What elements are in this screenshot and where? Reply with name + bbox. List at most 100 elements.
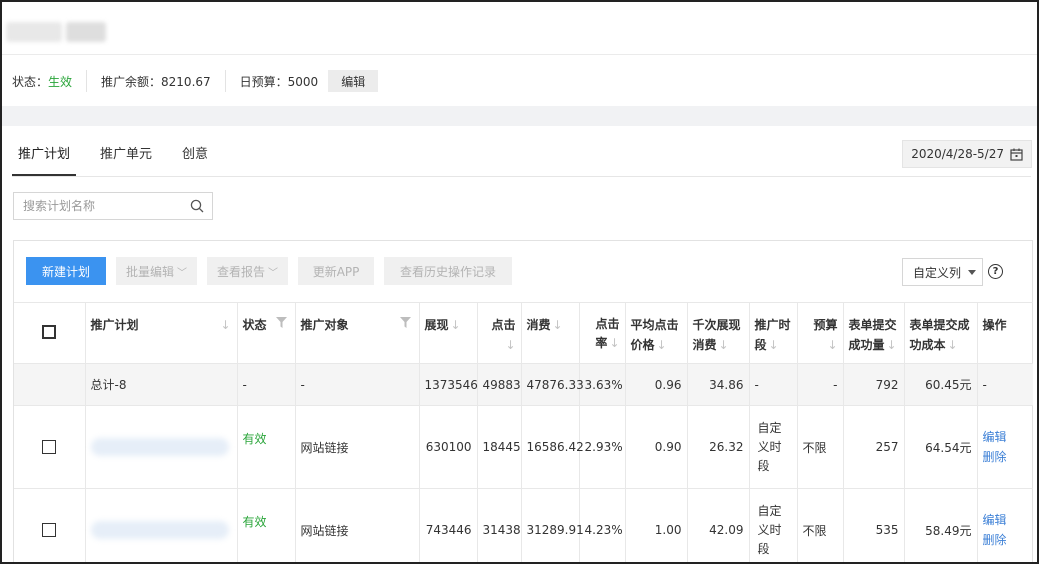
row-schedule: 自定义时段 [749,488,798,562]
main-tabs: 推广计划 推广单元 创意 [12,134,232,176]
row-edit-link[interactable]: 编辑 [983,427,1029,447]
filter-icon[interactable] [399,317,411,328]
date-range-text: 2020/4/28-5/27 [911,147,1004,161]
date-range-picker[interactable]: 2020/4/28-5/27 [902,140,1032,168]
row-avg-cpc: 0.90 [625,405,688,489]
custom-columns-select[interactable]: 自定义列 [902,258,983,286]
bulk-edit-button[interactable]: 批量编辑 ﹀ [116,257,198,285]
account-name-redacted [6,22,106,42]
row-clicks: 18445 [477,405,522,489]
row-delete-link[interactable]: 删除 [983,447,1029,467]
select-all-checkbox[interactable] [42,325,57,339]
help-icon[interactable]: ? [988,264,1003,279]
row-budget: 不限 [797,405,844,489]
view-report-button[interactable]: 查看报告 ﹀ [207,257,289,285]
row-checkbox[interactable] [42,523,57,537]
total-clicks: 49883 [477,363,522,406]
chevron-down-icon: ﹀ [268,267,279,279]
row-avg-cpc: 1.00 [625,488,688,562]
view-report-label: 查看报告 [217,264,266,279]
col-actions: 操作 [977,302,1033,364]
col-ctr[interactable]: 点击率 ↓ [579,302,626,364]
total-cpm: 34.86 [687,363,750,406]
col-plan[interactable]: 推广计划 ↓ [85,302,238,364]
col-target[interactable]: 推广对象 [295,302,420,364]
plan-search-input[interactable] [23,199,183,213]
daily-budget-text: 日预算：5000 [239,74,319,89]
row-impressions: 743446 [419,488,478,562]
plan-name-cell [85,405,238,489]
tab-creatives[interactable]: 创意 [176,134,214,176]
sort-icon[interactable]: ↓ [719,338,729,352]
update-app-button[interactable]: 更新APP [298,257,375,285]
row-status: 有效 [237,405,296,489]
bulk-edit-label: 批量编辑 [126,264,175,279]
table-row: 有效 网站链接 743446 31438 31289.91 4.23% 1.00… [14,488,1033,562]
col-schedule[interactable]: 推广时段 ↓ [749,302,798,364]
row-schedule: 自定义时段 [749,405,798,489]
tabs-divider [12,176,1031,177]
col-status[interactable]: 状态 [237,302,296,364]
row-impressions: 630100 [419,405,478,489]
row-actions: 编辑 删除 [977,488,1033,562]
new-plan-button[interactable]: 新建计划 [26,257,106,285]
row-edit-link[interactable]: 编辑 [983,510,1029,530]
filter-icon[interactable] [275,317,287,328]
balance-text: 推广余额：8210.67 [101,74,211,89]
col-form-cost[interactable]: 表单提交成功成本 ↓ [904,302,978,364]
total-ctr: 3.63% [579,363,626,406]
chevron-down-icon: ﹀ [177,267,188,279]
row-status: 有效 [237,488,296,562]
sort-icon[interactable]: ↓ [505,338,515,352]
col-cost[interactable]: 消费 ↓ [521,302,580,364]
custom-columns-label: 自定义列 [913,265,962,280]
plan-name-redacted[interactable] [90,521,229,539]
tab-units[interactable]: 推广单元 [94,134,158,176]
sort-icon[interactable]: ↓ [220,315,230,335]
total-target: - [295,363,420,406]
row-checkbox[interactable] [42,440,57,454]
table-row: 有效 网站链接 630100 18445 16586.42 2.93% 0.90… [14,405,1033,489]
row-budget: 不限 [797,488,844,562]
row-ctr: 4.23% [579,488,626,562]
total-select-cell [14,363,86,406]
table-toolbar: 新建计划 批量编辑 ﹀ 查看报告 ﹀ 更新APP 查看历史操作记录 [26,257,522,285]
row-cpm: 42.09 [687,488,750,562]
tab-plans[interactable]: 推广计划 [12,134,77,176]
row-target: 网站链接 [295,405,420,489]
col-impressions[interactable]: 展现 ↓ [419,302,478,364]
history-log-button[interactable]: 查看历史操作记录 [384,257,513,285]
col-cpm[interactable]: 千次展现消费 ↓ [687,302,750,364]
sort-icon[interactable]: ↓ [827,338,837,352]
plan-name-redacted[interactable] [90,438,229,456]
sort-icon[interactable]: ↓ [948,338,958,352]
col-avg-cpc[interactable]: 平均点击价格 ↓ [625,302,688,364]
search-icon[interactable] [190,199,204,213]
total-status: - [237,363,296,406]
row-delete-link[interactable]: 删除 [983,530,1029,550]
total-forms: 792 [843,363,905,406]
plan-table-panel: 新建计划 批量编辑 ﹀ 查看报告 ﹀ 更新APP 查看历史操作记录 自定义列 ? [13,240,1033,562]
col-budget[interactable]: 预算 ↓ [797,302,844,364]
sort-icon[interactable]: ↓ [451,318,461,332]
row-clicks: 31438 [477,488,522,562]
sort-icon[interactable]: ↓ [769,338,779,352]
sort-icon[interactable]: ↓ [657,338,667,352]
sort-icon[interactable]: ↓ [609,336,619,350]
edit-budget-button[interactable]: 编辑 [328,70,379,92]
sort-icon[interactable]: ↓ [553,318,563,332]
caret-down-icon [968,270,976,275]
col-clicks[interactable]: 点击 ↓ [477,302,522,364]
row-select-cell [14,405,86,489]
row-cost: 31289.91 [521,488,584,562]
row-forms: 257 [843,405,905,489]
status-value: 生效 [48,74,73,89]
divider [2,54,1037,55]
row-actions: 编辑 删除 [977,405,1033,489]
total-avg-cpc: 0.96 [625,363,688,406]
app-frame: 状态： 生效 推广余额：8210.67 日预算：5000 编辑 推广计划 推广单… [0,0,1039,564]
sort-icon[interactable]: ↓ [887,338,897,352]
account-status-row: 状态： 生效 推广余额：8210.67 日预算：5000 编辑 [12,70,379,92]
col-form-submissions[interactable]: 表单提交成功量 ↓ [843,302,905,364]
plan-search-box [13,192,213,220]
